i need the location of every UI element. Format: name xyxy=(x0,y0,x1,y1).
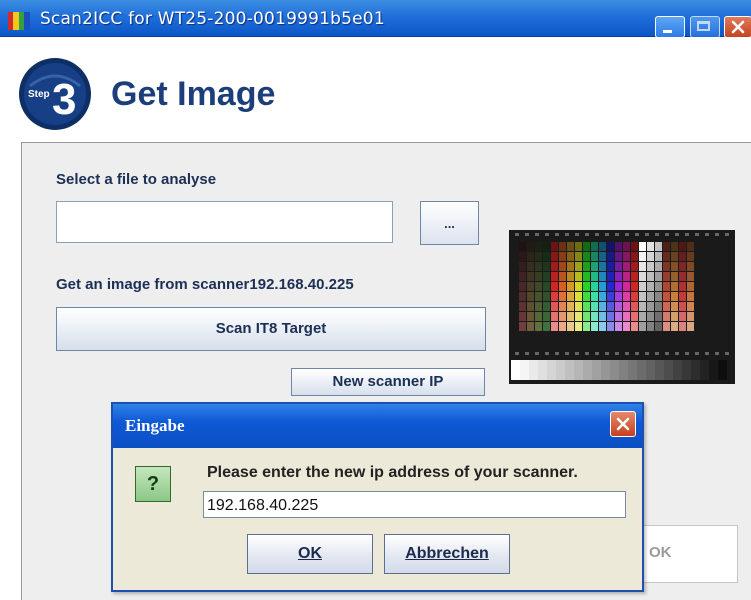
app-logo-icon xyxy=(8,12,30,30)
dialog-close-button[interactable] xyxy=(610,411,636,437)
page-title: Get Image xyxy=(111,75,276,113)
dialog-titlebar[interactable]: Eingabe xyxy=(113,404,642,448)
dialog-cancel-button[interactable]: Abbrechen xyxy=(384,534,510,574)
file-path-input[interactable] xyxy=(56,201,393,243)
select-file-label: Select a file to analyse xyxy=(56,171,217,188)
question-icon: ? xyxy=(135,466,171,502)
ip-address-input[interactable] xyxy=(203,491,626,518)
browse-button[interactable]: ... xyxy=(420,201,479,245)
input-dialog: Eingabe ? Please enter the new ip addres… xyxy=(111,402,644,592)
scan-it8-target-button[interactable]: Scan IT8 Target xyxy=(56,307,486,351)
step-header: Step 3 Get Image xyxy=(0,37,751,132)
step-label: Step xyxy=(28,89,50,100)
step-badge-icon: Step 3 xyxy=(19,58,91,130)
window-titlebar[interactable]: Scan2ICC for WT25-200-0019991b5e01 xyxy=(0,0,751,38)
ok-button-label: OK xyxy=(649,544,672,561)
it8-target-image xyxy=(509,230,735,384)
minimize-button[interactable] xyxy=(655,16,685,38)
it8-target-preview xyxy=(509,230,735,384)
scanner-label: Get an image from scanner192.168.40.225 xyxy=(56,276,354,293)
dialog-prompt: Please enter the new ip address of your … xyxy=(207,464,578,481)
close-icon xyxy=(616,417,630,431)
close-button[interactable] xyxy=(724,16,751,38)
dialog-ok-button[interactable]: OK xyxy=(247,534,373,574)
window-title: Scan2ICC for WT25-200-0019991b5e01 xyxy=(40,9,385,29)
step-number: 3 xyxy=(52,75,76,124)
dialog-title: Eingabe xyxy=(125,416,185,435)
close-icon xyxy=(731,20,745,34)
maximize-button[interactable] xyxy=(690,16,720,38)
new-scanner-ip-button[interactable]: New scanner IP xyxy=(291,368,485,396)
